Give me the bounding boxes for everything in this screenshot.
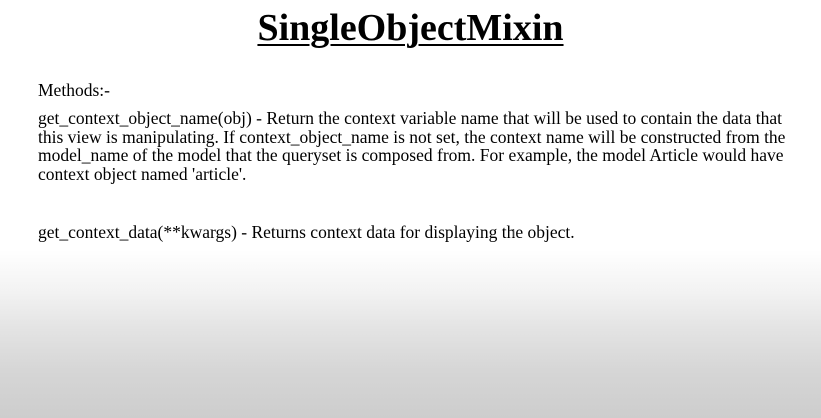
method-description-get-context-object-name: get_context_object_name(obj) - Return th…	[38, 108, 786, 184]
slide-title: SingleObjectMixin	[257, 7, 564, 49]
methods-heading: Methods:-	[38, 80, 110, 100]
text-cursor-icon: I	[512, 227, 516, 240]
slide: SingleObjectMixin Methods:- get_context_…	[0, 0, 821, 418]
method-description-get-context-data: get_context_data(**kwargs) - Returns con…	[38, 222, 575, 242]
